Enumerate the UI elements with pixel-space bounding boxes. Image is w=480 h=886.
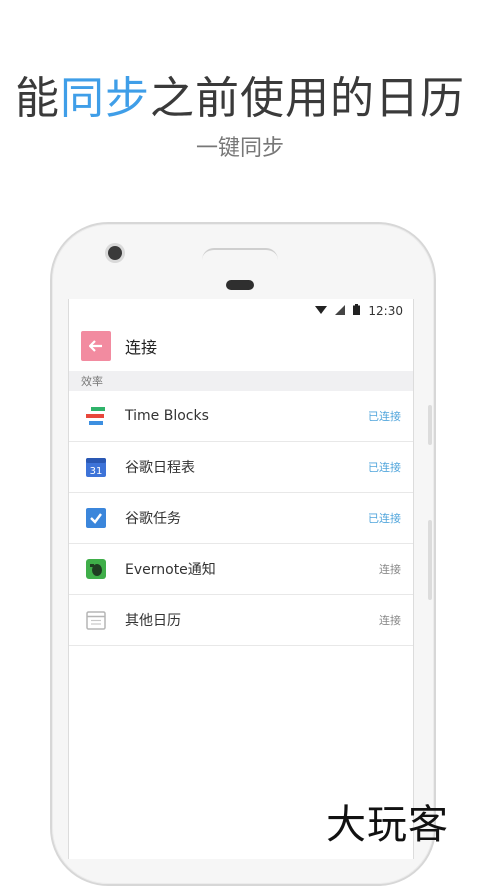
calendar-icon-number: 31 [90, 466, 103, 477]
phone-side-button [428, 405, 432, 445]
status-bar: 12:30 [69, 299, 413, 323]
list-item-google-tasks[interactable]: 谷歌任务 已连接 [69, 493, 413, 544]
page-title: 连接 [125, 338, 158, 357]
time-blocks-icon [85, 405, 107, 427]
app-bar: 连接 [69, 327, 413, 365]
connect-button[interactable]: 连接 [379, 561, 401, 577]
back-arrow-icon [88, 336, 103, 357]
evernote-icon [85, 558, 107, 580]
signal-icon [335, 304, 346, 318]
list-item-label: 其他日历 [125, 613, 181, 629]
phone-earpiece [226, 280, 254, 290]
headline-post: 之前使用的日历 [150, 73, 465, 124]
connection-status[interactable]: 已连接 [368, 408, 401, 424]
headline-pre: 能 [15, 73, 60, 124]
watermark: 大玩客 [326, 802, 449, 848]
back-button[interactable] [81, 331, 111, 361]
list-item-label: Evernote通知 [125, 562, 216, 578]
headline-highlight: 同步 [60, 73, 150, 124]
phone-side-button [428, 520, 432, 600]
wifi-icon [315, 305, 328, 318]
google-tasks-icon [85, 507, 107, 529]
connection-status[interactable]: 已连接 [368, 510, 401, 526]
status-time: 12:30 [368, 304, 403, 318]
connection-status[interactable]: 已连接 [368, 459, 401, 475]
connect-button[interactable]: 连接 [379, 612, 401, 628]
list-item-time-blocks[interactable]: Time Blocks 已连接 [69, 391, 413, 442]
list-item-google-calendar[interactable]: 31 谷歌日程表 已连接 [69, 442, 413, 493]
section-header: 效率 [69, 371, 413, 391]
list-item-other-calendar[interactable]: 其他日历 连接 [69, 595, 413, 646]
promo-headline: 能同步之前使用的日历 [0, 62, 480, 126]
front-camera [108, 246, 122, 260]
list-item-evernote[interactable]: Evernote通知 连接 [69, 544, 413, 595]
list-item-label: Time Blocks [125, 408, 209, 424]
list-item-label: 谷歌日程表 [125, 460, 195, 476]
other-calendar-icon [85, 609, 107, 631]
battery-icon [353, 304, 361, 318]
list-item-label: 谷歌任务 [125, 511, 181, 527]
phone-top-edge [202, 248, 278, 260]
promo-subline: 一键同步 [195, 136, 284, 161]
google-calendar-icon: 31 [85, 456, 107, 478]
phone-screen: 12:30 连接 效率 Time Blocks 已连接 31 谷歌日程表 已连接… [68, 299, 414, 859]
